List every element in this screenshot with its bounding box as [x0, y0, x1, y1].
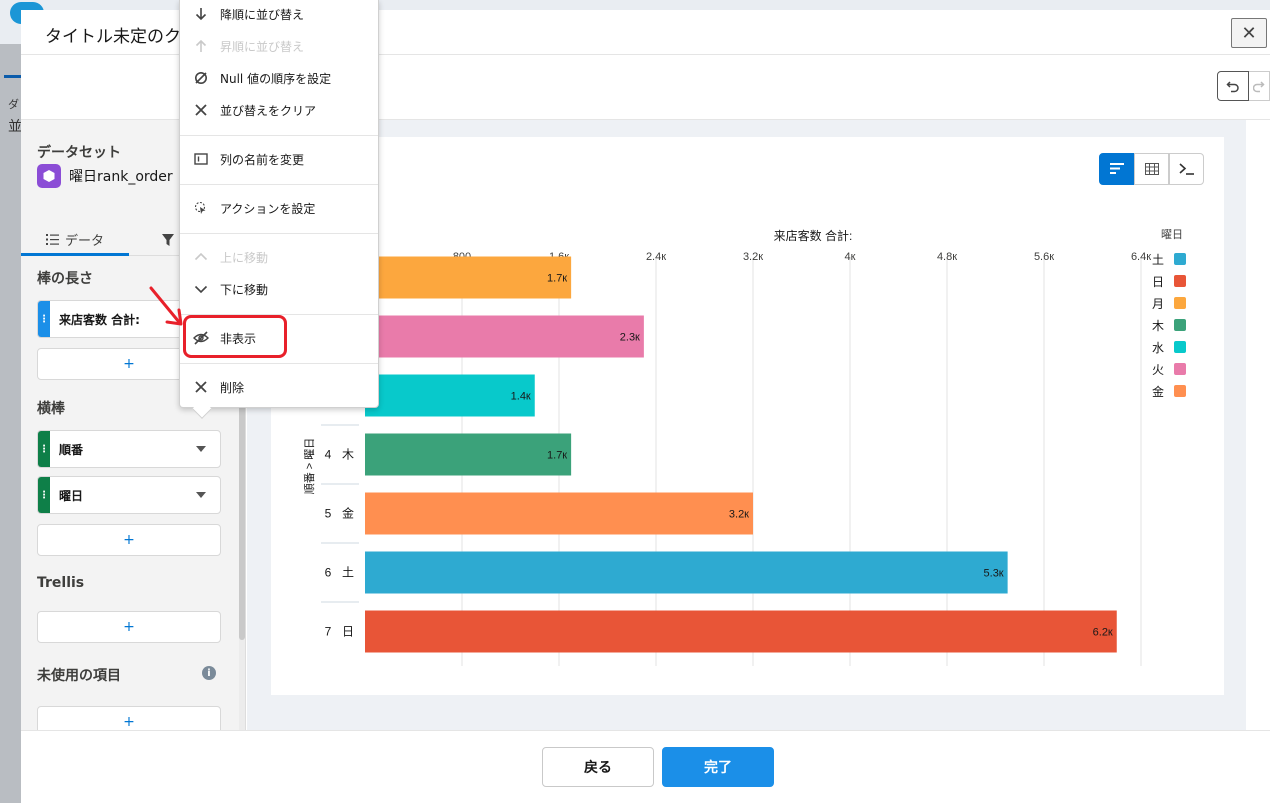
arrow-down-icon [193, 6, 209, 22]
menu-item-label: Null 値の順序を設定 [220, 71, 332, 86]
x-tick-label: 4.8к [937, 251, 957, 263]
highlight-annotation [183, 315, 287, 358]
y-category-label: 木 [342, 448, 354, 462]
legend-title: 曜日 [1161, 228, 1183, 241]
bar-data-label: 5.3к [984, 568, 1004, 580]
app-nav-icon [4, 56, 22, 78]
chevron-down-icon [193, 281, 209, 297]
arrow-up-icon [193, 38, 209, 54]
menu-item-label: 削除 [220, 380, 245, 395]
menu-item-label: 下に移動 [220, 282, 269, 297]
menu-item-clear-sort[interactable]: 並び替えをクリア [180, 96, 378, 124]
bar-data-label: 1.7к [547, 273, 567, 285]
y-category-label: 日 [342, 625, 354, 639]
bar [365, 315, 644, 358]
legend-label: 日 [1152, 275, 1164, 289]
legend-label: 金 [1152, 384, 1164, 399]
menu-item-label: 上に移動 [220, 250, 269, 265]
legend-swatch [1174, 253, 1186, 265]
x-tick-label: 2.4к [646, 251, 666, 263]
y-group-label: 4 [325, 448, 332, 462]
menu-divider [180, 184, 378, 185]
done-button[interactable]: 完了 [662, 747, 774, 787]
bar [365, 374, 535, 417]
null-icon [193, 70, 209, 86]
rename-icon [193, 151, 209, 167]
bar [365, 551, 1008, 594]
menu-item-rename-column[interactable]: 列の名前を変更 [180, 145, 378, 173]
y-group-label: 7 [325, 625, 332, 639]
menu-item-delete[interactable]: 削除 [180, 373, 378, 401]
legend-label: 木 [1152, 319, 1164, 333]
chart-title: 来店客数 合計: [774, 228, 853, 243]
background-text: ダ [8, 98, 19, 111]
chevron-up-icon [193, 249, 209, 265]
bar-data-label: 6.2к [1093, 627, 1113, 639]
back-button[interactable]: 戻る [542, 747, 654, 787]
close-icon [193, 379, 209, 395]
legend-swatch [1174, 363, 1186, 375]
x-tick-label: 6.4к [1131, 251, 1151, 263]
bar [365, 256, 572, 299]
legend-label: 水 [1152, 341, 1164, 355]
menu-divider [180, 135, 378, 136]
menu-item-move-down[interactable]: 下に移動 [180, 275, 378, 303]
legend-label: 土 [1152, 253, 1164, 267]
y-category-label: 土 [342, 566, 354, 580]
close-icon [193, 102, 209, 118]
legend-swatch [1174, 341, 1186, 353]
menu-item-label: 列の名前を変更 [220, 152, 305, 167]
legend-swatch [1174, 385, 1186, 397]
legend-swatch [1174, 319, 1186, 331]
menu-item-sort-ascending: 昇順に並び替え [180, 32, 378, 60]
menu-item-sort-descending[interactable]: 降順に並び替え [180, 0, 378, 28]
menu-item-label: アクションを設定 [220, 201, 316, 216]
menu-item-null-order[interactable]: Null 値の順序を設定 [180, 64, 378, 92]
background-text: 並 [8, 119, 22, 135]
bar-data-label: 1.4к [511, 391, 531, 403]
legend-label: 火 [1152, 363, 1164, 377]
x-tick-label: 5.6к [1034, 251, 1054, 263]
y-axis-title: 順番 > 曜日 [303, 438, 316, 495]
modal-footer: 戻る 完了 [21, 730, 1270, 803]
menu-item-label: 昇順に並び替え [220, 39, 305, 54]
menu-item-move-up: 上に移動 [180, 243, 378, 271]
y-group-label: 5 [325, 507, 332, 521]
bar-data-label: 3.2к [729, 509, 749, 521]
menu-item-set-action[interactable]: アクションを設定 [180, 194, 378, 222]
bar [365, 492, 753, 535]
legend-label: 月 [1152, 297, 1164, 311]
menu-divider [180, 363, 378, 364]
y-group-label: 6 [325, 566, 332, 580]
menu-item-label: 並び替えをクリア [220, 103, 317, 118]
legend-swatch [1174, 297, 1186, 309]
menu-divider [180, 233, 378, 234]
bar-data-label: 1.7к [547, 450, 567, 462]
x-tick-label: 4к [845, 251, 856, 263]
y-category-label: 金 [342, 506, 354, 521]
annotation-arrow-icon [149, 286, 183, 326]
bar [365, 433, 572, 476]
bar [365, 610, 1117, 653]
x-tick-label: 3.2к [743, 251, 763, 263]
bar-data-label: 2.3к [620, 332, 640, 344]
pointer-icon [193, 200, 209, 216]
menu-item-label: 降順に並び替え [220, 7, 305, 22]
legend-swatch [1174, 275, 1186, 287]
